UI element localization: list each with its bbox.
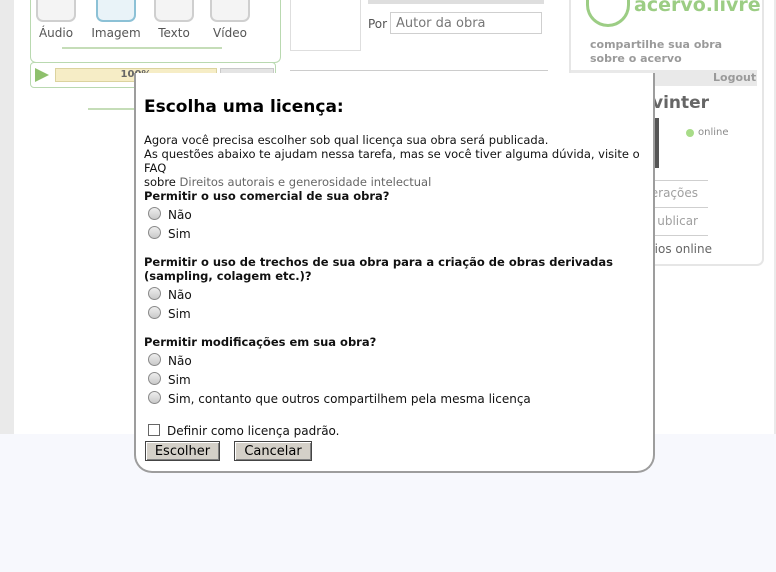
question-derivatives: Permitir o uso de trechos de sua obra pa… bbox=[144, 255, 613, 283]
intro-prefix: sobre bbox=[144, 175, 176, 189]
text-icon bbox=[154, 0, 194, 22]
radio-commercial-no[interactable]: Não bbox=[148, 207, 192, 223]
faq-link[interactable]: Direitos autorais e generosidade intelec… bbox=[180, 175, 432, 189]
avatar bbox=[655, 118, 659, 168]
share-text: compartilhe sua obra sobre o acervo bbox=[590, 38, 723, 65]
media-tab-audio[interactable]: Áudio bbox=[31, 0, 81, 40]
radio-derivatives-no[interactable]: Não bbox=[148, 287, 192, 303]
divider bbox=[62, 47, 222, 49]
radio-modifications-yes[interactable]: Sim bbox=[148, 372, 191, 388]
dialog-intro: Agora você precisa escolher sob qual lic… bbox=[144, 133, 649, 189]
radio-button[interactable] bbox=[148, 207, 161, 220]
radio-button[interactable] bbox=[148, 306, 161, 319]
cancel-button[interactable]: Cancelar bbox=[234, 441, 312, 461]
media-tab-label: Áudio bbox=[38, 26, 74, 40]
radio-derivatives-yes[interactable]: Sim bbox=[148, 306, 191, 322]
media-tab-video[interactable]: Vídeo bbox=[205, 0, 255, 40]
media-tab-label: Imagem bbox=[91, 26, 141, 40]
divider bbox=[290, 70, 548, 71]
option-label: Sim bbox=[168, 227, 191, 241]
intro-line: Agora você precisa escolher sob qual lic… bbox=[144, 133, 549, 147]
option-label: Não bbox=[168, 208, 192, 222]
intro-line: As questões abaixo te ajudam nessa taref… bbox=[144, 147, 640, 175]
default-license-checkbox[interactable]: Definir como licença padrão. bbox=[148, 424, 340, 439]
by-label: Por bbox=[368, 17, 388, 31]
option-label: Sim, contanto que outros compartilhem pe… bbox=[168, 392, 531, 406]
image-icon bbox=[96, 0, 136, 22]
media-tab-text[interactable]: Texto bbox=[149, 0, 199, 40]
checkbox-label: Definir como licença padrão. bbox=[167, 424, 340, 438]
logo-text[interactable]: acervo.livre bbox=[634, 0, 761, 16]
logout-link[interactable]: Logout bbox=[713, 71, 756, 84]
radio-modifications-no[interactable]: Não bbox=[148, 353, 192, 369]
video-icon bbox=[210, 0, 250, 22]
checkbox[interactable] bbox=[148, 424, 160, 436]
media-tab-label: Texto bbox=[158, 26, 190, 40]
online-status-icon bbox=[686, 129, 694, 137]
choose-button[interactable]: Escolher bbox=[145, 441, 220, 461]
radio-commercial-yes[interactable]: Sim bbox=[148, 226, 191, 242]
radio-button[interactable] bbox=[148, 372, 161, 385]
option-label: Sim bbox=[168, 307, 191, 321]
media-tab-image[interactable]: Imagem bbox=[91, 0, 141, 40]
radio-modifications-sharealike[interactable]: Sim, contanto que outros compartilhem pe… bbox=[148, 391, 531, 407]
field-border bbox=[368, 0, 544, 4]
dialog-title: Escolha uma licença: bbox=[144, 97, 344, 117]
radio-button[interactable] bbox=[148, 226, 161, 239]
radio-button[interactable] bbox=[148, 391, 161, 404]
divider bbox=[88, 108, 136, 110]
radio-button[interactable] bbox=[148, 353, 161, 366]
option-label: Não bbox=[168, 354, 192, 368]
question-modifications: Permitir modificações em sua obra? bbox=[144, 335, 377, 349]
online-status: online bbox=[698, 127, 729, 138]
play-icon[interactable] bbox=[35, 68, 49, 82]
audio-icon bbox=[36, 0, 76, 22]
option-label: Sim bbox=[168, 373, 191, 387]
author-input[interactable]: Autor da obra bbox=[390, 12, 542, 34]
question-commercial: Permitir o uso comercial de sua obra? bbox=[144, 189, 390, 203]
username: vinter bbox=[652, 93, 710, 113]
option-label: Não bbox=[168, 288, 192, 302]
intro-line: sobre Direitos autorais e generosidade i… bbox=[144, 175, 649, 189]
media-tab-label: Vídeo bbox=[213, 26, 247, 40]
radio-button[interactable] bbox=[148, 287, 161, 300]
thumbnail-box bbox=[290, 0, 361, 51]
